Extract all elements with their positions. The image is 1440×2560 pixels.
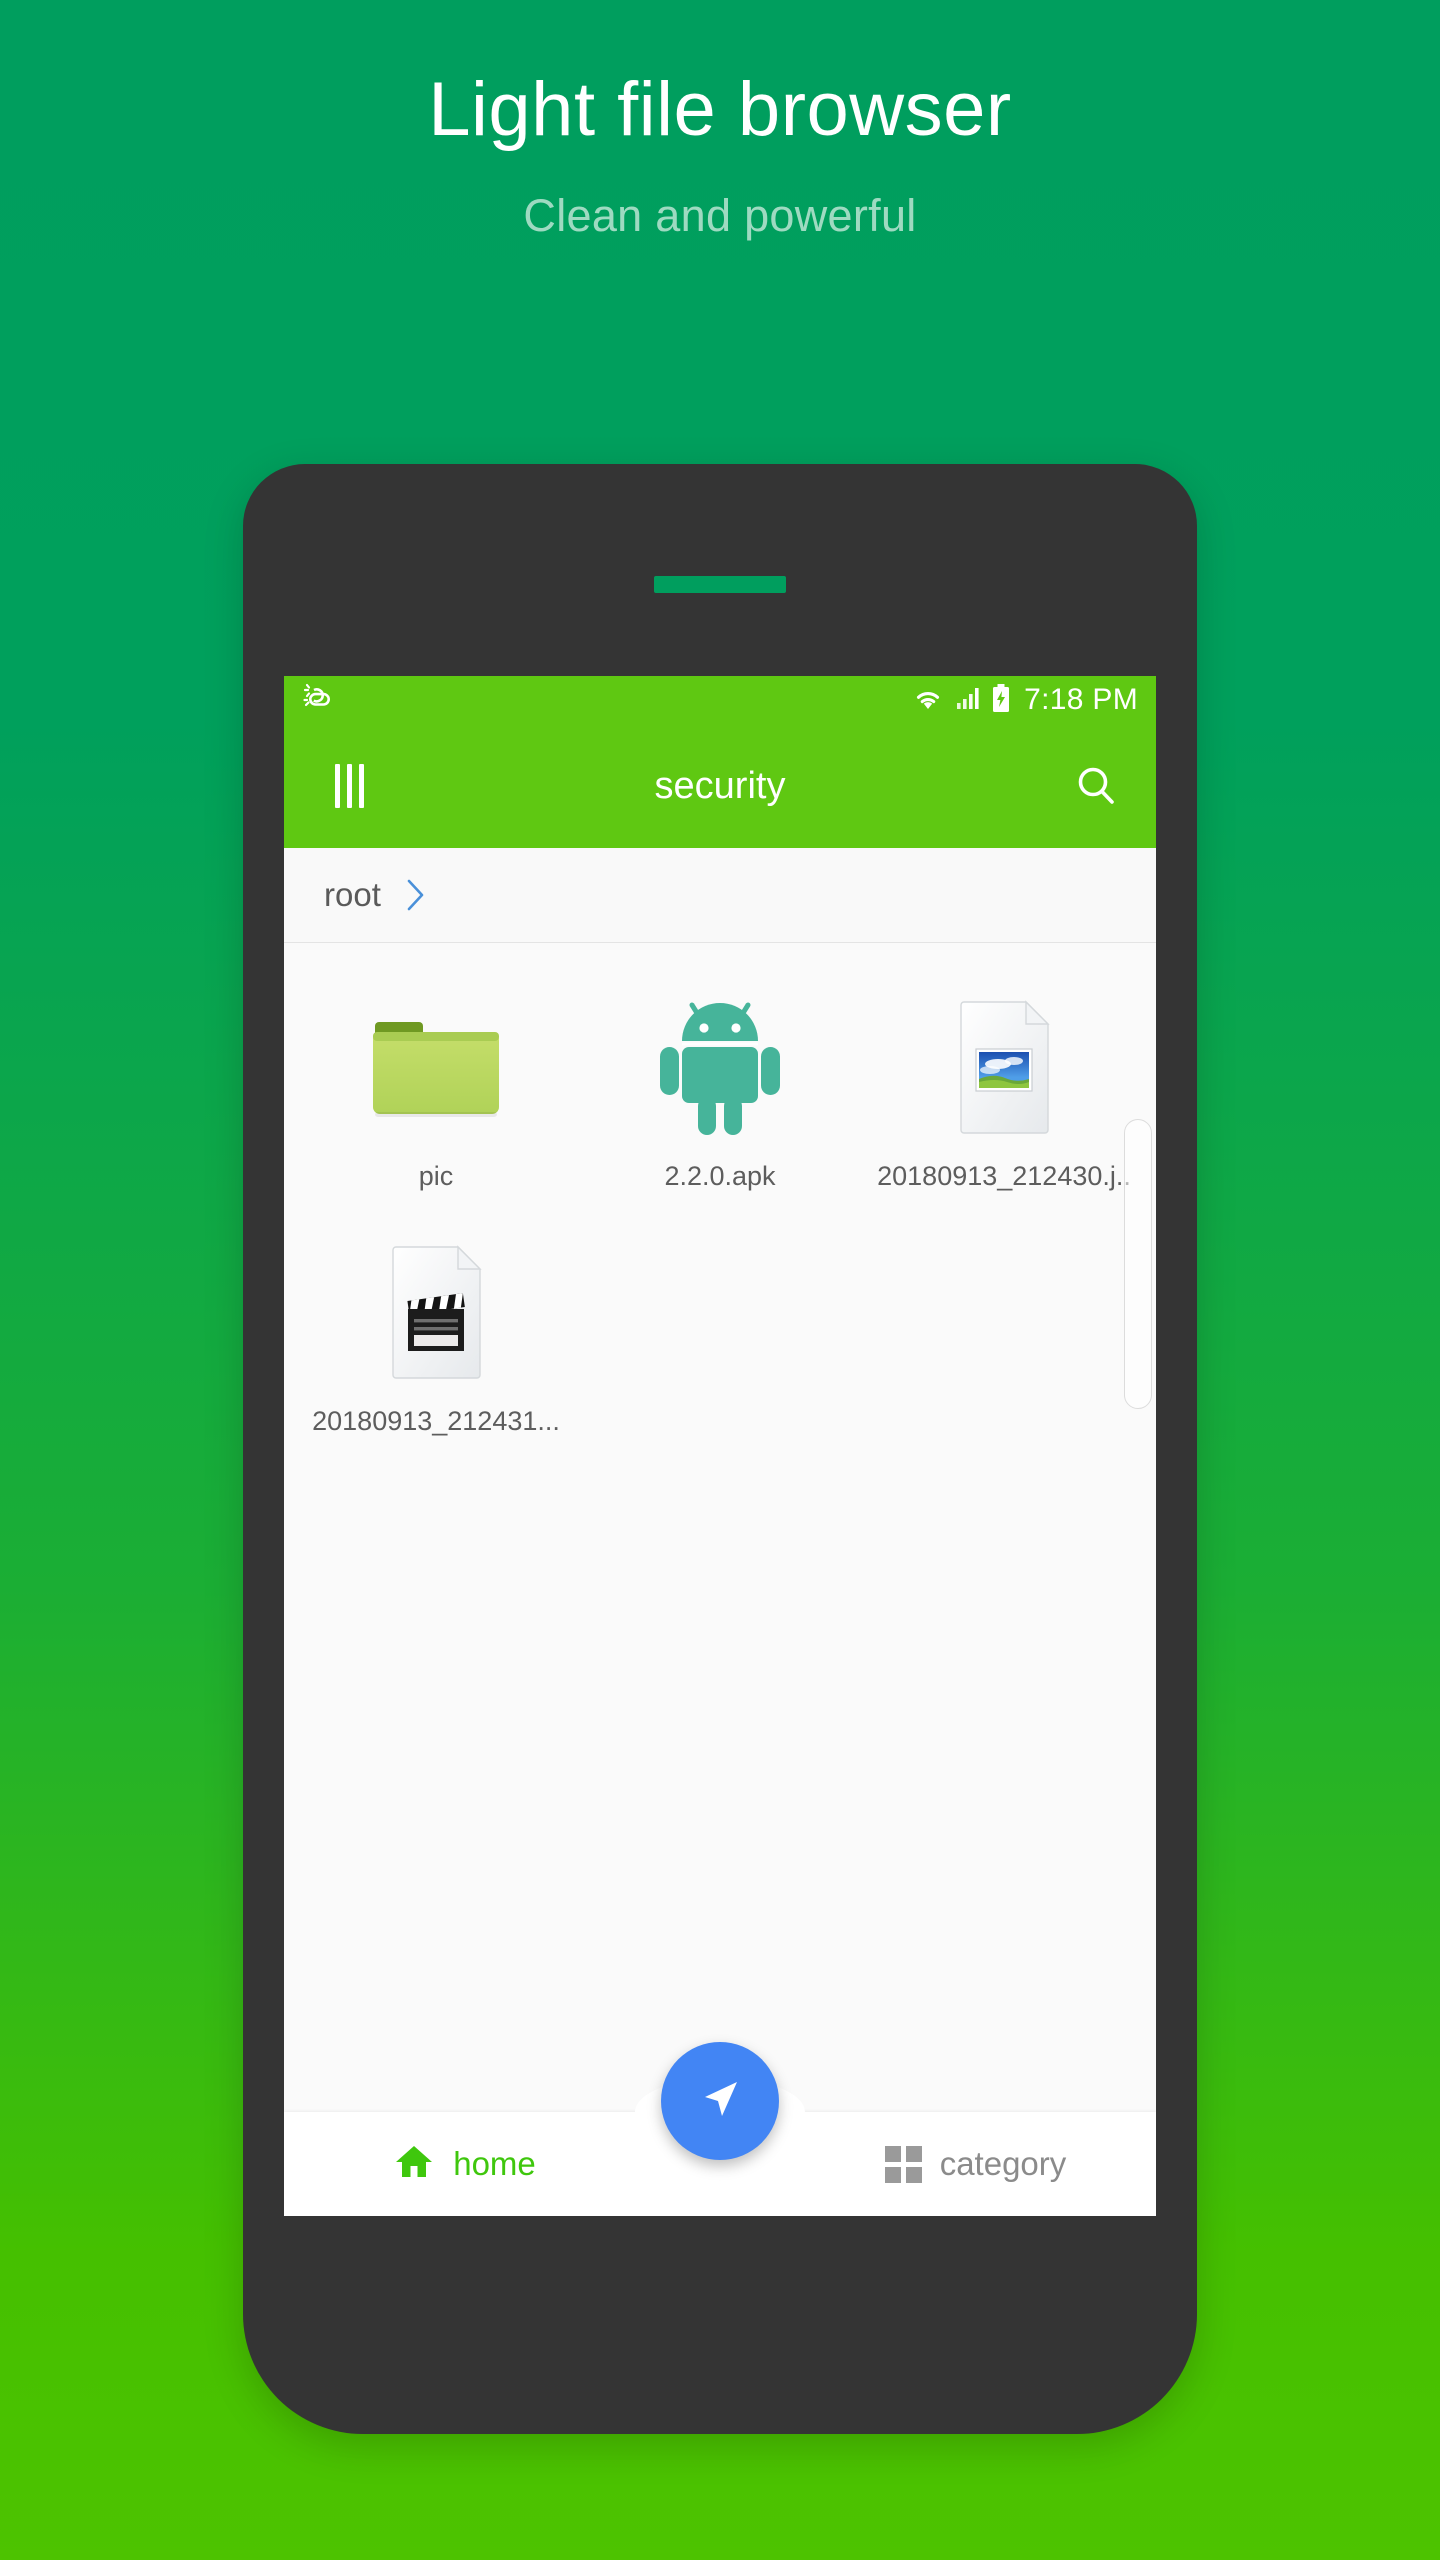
status-bar: 7:18 PM bbox=[284, 676, 1156, 724]
nav-label-category: category bbox=[939, 2145, 1067, 2182]
folder-icon bbox=[361, 993, 511, 1143]
image-file-icon bbox=[929, 993, 1079, 1143]
navigation-arrow-icon bbox=[692, 2071, 748, 2132]
video-file-icon bbox=[361, 1238, 511, 1388]
page-title: Light file browser bbox=[428, 67, 1012, 152]
file-tile-image[interactable]: 20180913_212430.j.. bbox=[862, 979, 1146, 1206]
file-grid: pic 2.2.0.apk 20180913_212430.j.. 201809… bbox=[284, 943, 1156, 1451]
breadcrumb[interactable]: root bbox=[284, 848, 1156, 943]
promo-header: Light file browser Clean and powerful bbox=[0, 0, 1440, 242]
speaker-grille bbox=[654, 576, 786, 593]
page-subtitle: Clean and powerful bbox=[523, 189, 917, 241]
home-icon bbox=[393, 2142, 435, 2187]
file-grid-area: pic 2.2.0.apk 20180913_212430.j.. 201809… bbox=[284, 943, 1156, 2031]
chevron-right-icon bbox=[403, 875, 429, 915]
file-name: 20180913_212430.j.. bbox=[877, 1161, 1131, 1191]
battery-charging-icon bbox=[992, 683, 1010, 717]
file-name: 20180913_212431... bbox=[312, 1406, 560, 1436]
signal-bars-icon bbox=[955, 685, 981, 716]
file-tile-video[interactable]: 20180913_212431... bbox=[294, 1224, 578, 1451]
breadcrumb-root[interactable]: root bbox=[324, 876, 381, 914]
file-name: pic bbox=[418, 1161, 454, 1191]
nav-item-category[interactable]: category bbox=[795, 2145, 1156, 2183]
phone-mockup: 7:18 PM security root pic 2.2.0.apk 2018… bbox=[243, 464, 1197, 2434]
file-tile-apk[interactable]: 2.2.0.apk bbox=[578, 979, 862, 1206]
phone-screen: 7:18 PM security root pic 2.2.0.apk 2018… bbox=[284, 676, 1156, 2216]
nav-item-home[interactable]: home bbox=[284, 2142, 645, 2187]
app-bar-title: security bbox=[654, 764, 786, 807]
android-apk-icon bbox=[645, 993, 795, 1143]
navigation-fab-button[interactable] bbox=[661, 2042, 779, 2160]
file-name: 2.2.0.apk bbox=[664, 1161, 776, 1191]
nav-label-home: home bbox=[453, 2145, 536, 2182]
wifi-icon bbox=[912, 685, 944, 716]
search-icon[interactable] bbox=[1072, 762, 1120, 810]
file-tile-folder[interactable]: pic bbox=[294, 979, 578, 1206]
scrollbar[interactable] bbox=[1124, 1119, 1152, 1409]
menu-bars-icon[interactable] bbox=[306, 764, 392, 808]
sun-cloud-icon bbox=[302, 683, 336, 718]
status-time: 7:18 PM bbox=[1024, 683, 1138, 716]
app-bar: security bbox=[284, 724, 1156, 848]
grid-icon bbox=[884, 2145, 922, 2183]
